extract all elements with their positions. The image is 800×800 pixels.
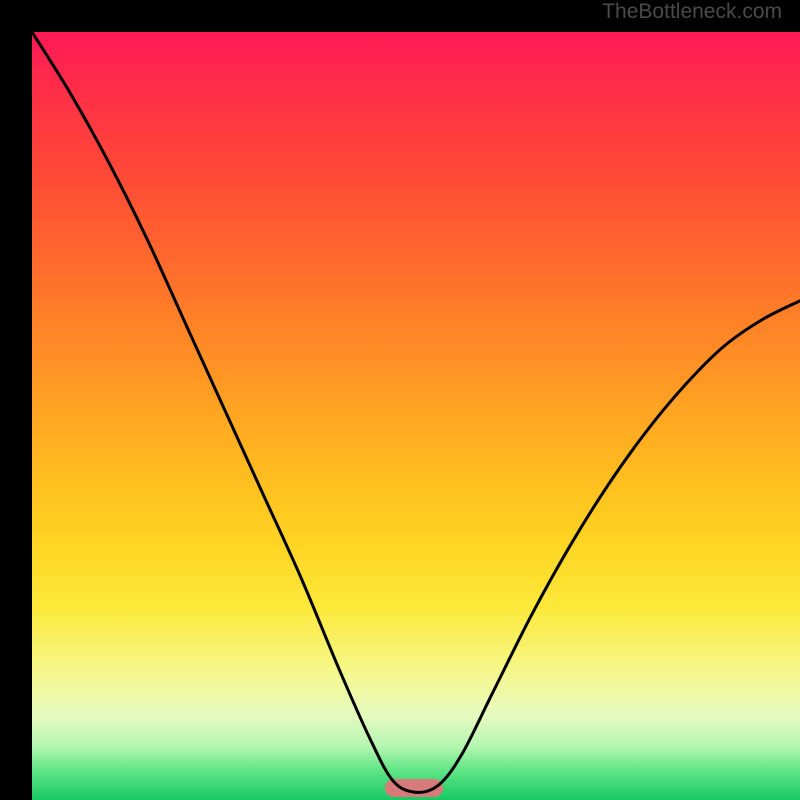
watermark-text: TheBottleneck.com: [602, 0, 782, 24]
chart-frame: [16, 16, 784, 784]
plot-area: [32, 32, 800, 800]
bottleneck-curve: [32, 32, 800, 800]
